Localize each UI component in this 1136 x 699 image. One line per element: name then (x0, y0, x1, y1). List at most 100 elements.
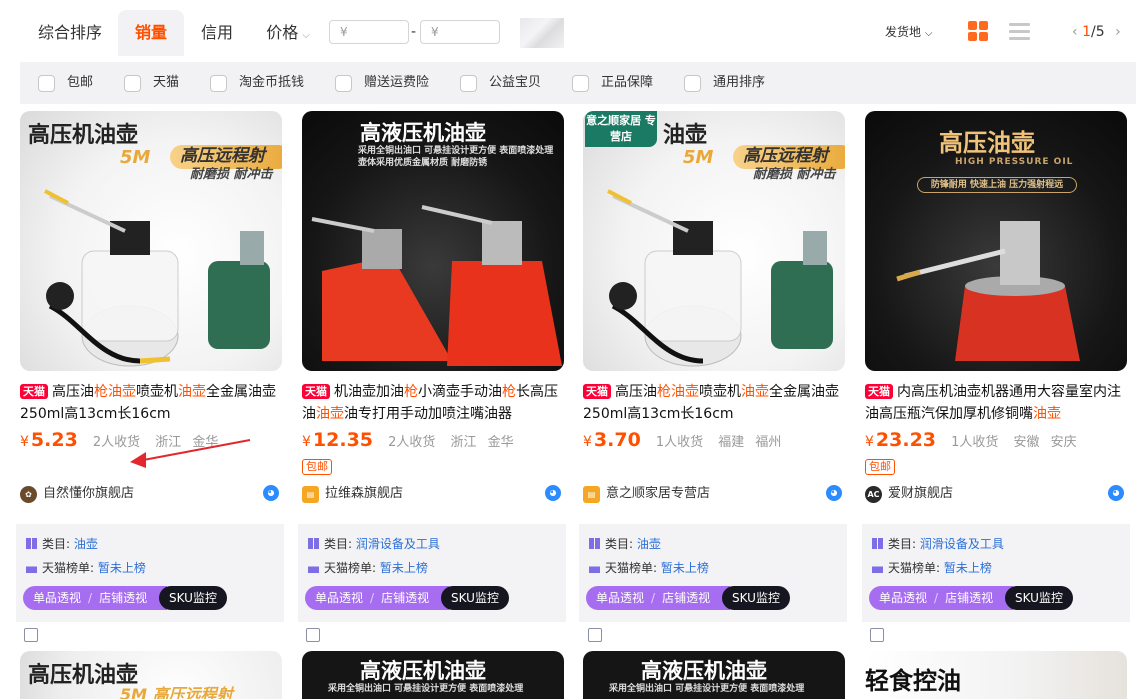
single-insight-button[interactable]: 单品透视 (33, 586, 81, 610)
product-image[interactable]: 高压机油壶 5M 高压远程射 耐磨损 耐冲击 (20, 111, 282, 371)
category-link[interactable]: 润滑设备及工具 (356, 537, 440, 551)
product-price: ¥23.23 (865, 429, 937, 451)
chat-icon[interactable]: ◕ (545, 485, 561, 501)
chat-icon[interactable]: ◕ (826, 485, 842, 501)
checkbox[interactable] (460, 74, 477, 92)
shop-name[interactable]: 自然懂你旗舰店 (43, 486, 134, 501)
product-image[interactable]: 轻食控油 (865, 651, 1127, 699)
shop-insight-button[interactable]: 店铺透视 (662, 586, 710, 610)
ship-from-dropdown[interactable]: 发货地 ⌵ (885, 22, 932, 44)
oil-can-illustration (311, 205, 562, 366)
product-title[interactable]: 天猫 高压油枪油壶喷壶机油壶全金属油壶250ml高13cm长16cm (20, 381, 284, 425)
next-page-icon[interactable]: › (1115, 24, 1121, 40)
product-title[interactable]: 天猫 高压油枪油壶喷壶机油壶全金属油壶250ml高13cm长16cm (583, 381, 847, 425)
sort-tab-comprehensive[interactable]: 综合排序 (22, 10, 118, 56)
product-image[interactable]: 高液压机油壶 采用全铜出油口 可悬挂设计更方便 表面喷漆处理 (302, 651, 564, 699)
search-doc-icon[interactable] (306, 628, 320, 642)
shop-logo: ▤ (583, 485, 600, 503)
price-range-dash: - (411, 24, 417, 40)
location-city: 福州 (755, 435, 782, 450)
product-insight-box: 类目: 润滑设备及工具 天猫榜单: 暂未上榜 单品透视 / 店铺透视 SKU监控 (298, 524, 566, 622)
single-insight-button[interactable]: 单品透视 (879, 586, 927, 610)
current-page: 1 (1082, 24, 1091, 40)
product-image[interactable]: 高液压机油壶 采用全铜出油口 可悬挂设计更方便 表面喷漆处理 (583, 651, 845, 699)
sort-bar: 综合排序 销量 信用 价格 ⌵ ¥ - ¥ 发货地 ⌵ ‹ 1/5 › (0, 0, 1136, 62)
checkbox[interactable] (335, 74, 352, 92)
sold-count: 1人收货 (951, 435, 999, 450)
checkbox[interactable] (210, 74, 227, 92)
category-link[interactable]: 油壶 (637, 537, 661, 551)
product-price: ¥3.70 (583, 429, 641, 451)
location-province: 浙江 (155, 435, 182, 450)
checkbox[interactable] (124, 74, 141, 92)
tmall-badge: 天猫 (865, 384, 893, 399)
product-insight-box: 类目: 润滑设备及工具 天猫榜单: 暂未上榜 单品透视 / 店铺透视 SKU监控 (862, 524, 1130, 622)
product-insight-box: 类目: 油壶 天猫榜单: 暂未上榜 单品透视 / 店铺透视 SKU监控 (579, 524, 847, 622)
sort-tab-price[interactable]: 价格 ⌵ (255, 10, 321, 56)
search-doc-icon[interactable] (870, 628, 884, 642)
price-min-input[interactable]: ¥ (329, 20, 409, 44)
location-province: 浙江 (450, 435, 477, 450)
shop-line[interactable]: ▤ 拉维森旗舰店 ◕ (302, 485, 564, 503)
shop-line[interactable]: AC 爱财旗舰店 ◕ (865, 485, 1127, 503)
shop-logo: ✿ (20, 485, 37, 503)
checkbox[interactable] (38, 74, 55, 92)
image-sub: 采用全铜出油口 可悬挂设计更方便 表面喷漆处理 (328, 684, 524, 694)
sort-tab-sales[interactable]: 销量 (118, 10, 184, 56)
single-insight-button[interactable]: 单品透视 (596, 586, 644, 610)
filter-authentic[interactable]: 正品保障 (572, 74, 653, 92)
ranking-link[interactable]: 暂未上榜 (380, 561, 428, 575)
shop-logo: AC (865, 485, 882, 503)
sku-monitor-button[interactable]: SKU监控 (159, 586, 227, 610)
shop-name[interactable]: 意之顺家居专营店 (606, 486, 710, 501)
filter-general-sort[interactable]: 通用排序 (684, 74, 765, 92)
sku-monitor-button[interactable]: SKU监控 (441, 586, 509, 610)
prev-page-icon[interactable]: ‹ (1072, 24, 1078, 40)
product-title[interactable]: 天猫 内高压机油壶机器通用大容量室内注油高压瓶汽保加厚机修铜嘴油壶 (865, 381, 1129, 425)
ranking-link[interactable]: 暂未上榜 (944, 561, 992, 575)
sku-monitor-button[interactable]: SKU监控 (1005, 586, 1073, 610)
category-link[interactable]: 润滑设备及工具 (920, 537, 1004, 551)
filter-bar: 包邮 天猫 淘金币抵钱 赠送运费险 公益宝贝 正品保障 通用排序 (20, 62, 1136, 104)
shop-insight-button[interactable]: 店铺透视 (381, 586, 429, 610)
sold-count: 1人收货 (655, 435, 704, 450)
list-view-icon[interactable] (1009, 23, 1030, 40)
chat-icon[interactable]: ◕ (1108, 485, 1124, 501)
ranking-link[interactable]: 暂未上榜 (98, 561, 146, 575)
product-image[interactable]: 高液压机油壶 采用全铜出油口 可悬挂设计更方便 表面喷漆处理 壶体采用优质金属材… (302, 111, 564, 371)
product-image[interactable]: 高压机油壶 5M 高压远程射 (20, 651, 282, 699)
filter-shipping-insurance[interactable]: 赠送运费险 (335, 74, 429, 92)
sold-count: 2人收货 (92, 435, 141, 450)
filter-free-shipping[interactable]: 包邮 (38, 74, 93, 92)
product-image[interactable]: 高压油壶 HIGH PRESSURE OIL 防锋耐用 快速上油 压力强射程远 (865, 111, 1127, 371)
single-insight-button[interactable]: 单品透视 (315, 586, 363, 610)
checkbox[interactable] (684, 74, 701, 92)
search-doc-icon[interactable] (588, 628, 602, 642)
shop-name[interactable]: 爱财旗舰店 (888, 486, 953, 501)
filter-tmall[interactable]: 天猫 (124, 74, 179, 92)
price-max-input[interactable]: ¥ (420, 20, 500, 44)
category-icon (589, 538, 600, 549)
shop-insight-button[interactable]: 店铺透视 (945, 586, 993, 610)
image-headline: 轻食控油 (865, 667, 961, 695)
shop-line[interactable]: ▤ 意之顺家居专营店 ◕ (583, 485, 845, 503)
blurred-control[interactable] (520, 18, 564, 48)
shop-insight-button[interactable]: 店铺透视 (99, 586, 147, 610)
category-icon (308, 538, 319, 549)
chat-icon[interactable]: ◕ (263, 485, 279, 501)
chevron-down-icon: ⌵ (302, 30, 310, 41)
ranking-link[interactable]: 暂未上榜 (661, 561, 709, 575)
product-title[interactable]: 天猫 机油壶加油枪小滴壶手动油枪长高压油油壶油专打用手动加喷注嘴油器 (302, 381, 566, 425)
sort-tab-credit[interactable]: 信用 (186, 10, 248, 56)
checkbox[interactable] (572, 74, 589, 92)
search-doc-icon[interactable] (24, 628, 38, 642)
shop-name[interactable]: 拉维森旗舰店 (325, 486, 403, 501)
product-image[interactable]: 意之顺家居 专营店 油壶 5M 高压远程射 耐磨损 耐冲击 (583, 111, 845, 371)
filter-charity[interactable]: 公益宝贝 (460, 74, 541, 92)
category-link[interactable]: 油壶 (74, 537, 98, 551)
shop-line[interactable]: ✿ 自然懂你旗舰店 ◕ (20, 485, 282, 503)
sku-monitor-button[interactable]: SKU监控 (722, 586, 790, 610)
tmall-badge: 天猫 (20, 384, 48, 399)
grid-view-icon[interactable] (968, 21, 989, 42)
filter-taojinbi[interactable]: 淘金币抵钱 (210, 74, 304, 92)
